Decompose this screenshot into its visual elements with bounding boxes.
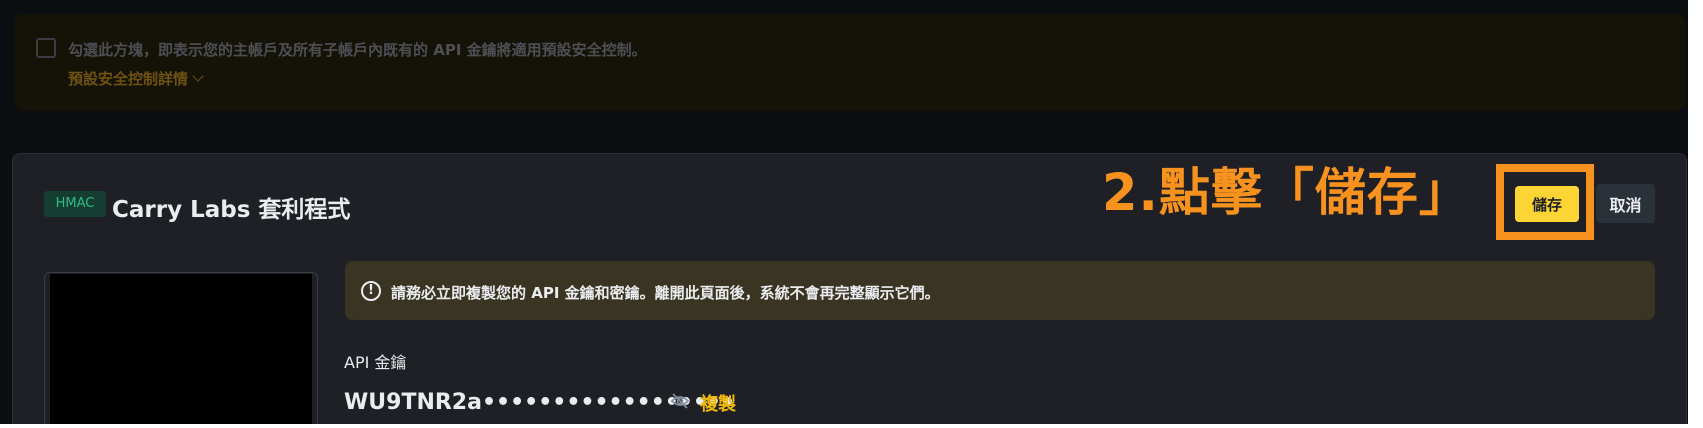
copy-api-key-button[interactable]: 複製	[700, 390, 736, 416]
qr-code-image	[50, 274, 312, 424]
save-button[interactable]: 儲存	[1515, 186, 1579, 222]
hidden-eye-icon[interactable]	[670, 393, 690, 409]
apply-default-security-checkbox[interactable]	[36, 38, 56, 58]
security-details-label: 預設安全控制詳情	[68, 70, 189, 88]
screenshot-frame: 勾選此方塊，即表示您的主帳戶及所有子帳戶內既有的 API 金鑰將適用預設安全控制…	[0, 0, 1703, 428]
key-type-badge: HMAC	[44, 191, 106, 217]
api-key-label: API 金鑰	[344, 353, 407, 372]
security-details-link[interactable]: 預設安全控制詳情	[68, 68, 204, 89]
chevron-down-icon	[192, 70, 204, 82]
api-key-name: Carry Labs 套利程式	[112, 197, 351, 223]
cancel-button[interactable]: 取消	[1596, 184, 1655, 223]
copy-warning-text: 請務必立即複製您的 API 金鑰和密鑰。離開此頁面後，系統不會再完整顯示它們。	[391, 284, 940, 302]
checkbox-label: 勾選此方塊，即表示您的主帳戶及所有子帳戶內既有的 API 金鑰將適用預設安全控制…	[68, 41, 647, 59]
default-security-notice	[14, 14, 1686, 111]
step-annotation: 2.點擊「儲存」	[1102, 164, 1471, 223]
api-management-page: 勾選此方塊，即表示您的主帳戶及所有子帳戶內既有的 API 金鑰將適用預設安全控制…	[0, 0, 1688, 424]
info-icon: !	[361, 281, 381, 301]
